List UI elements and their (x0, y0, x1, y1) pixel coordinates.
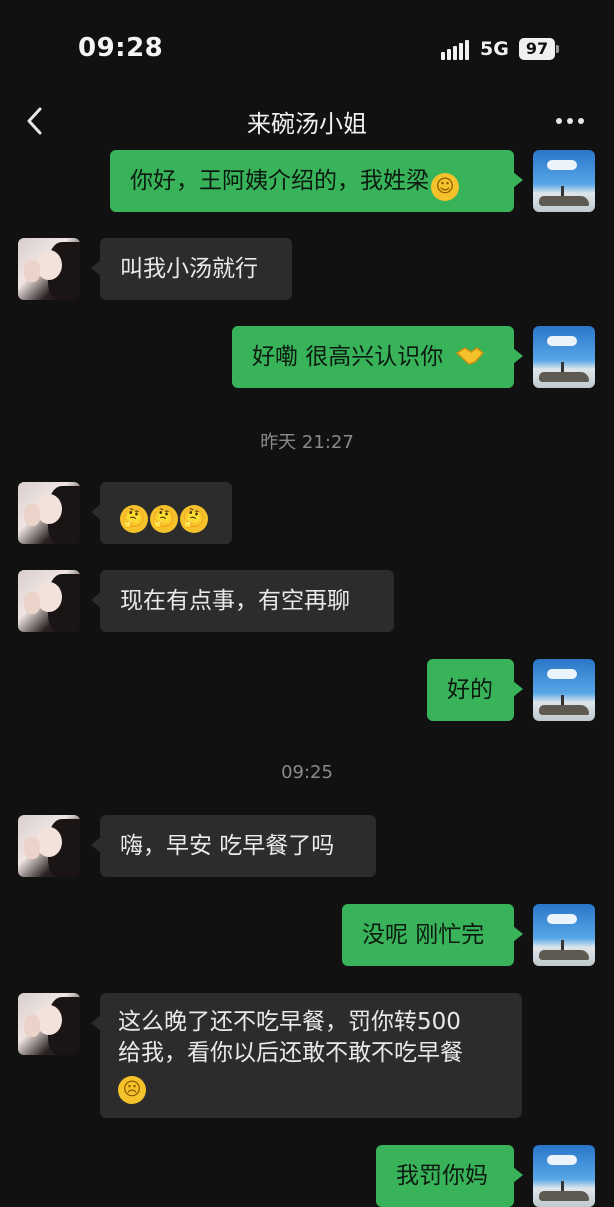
message-text: 我罚你妈 (396, 1163, 488, 1189)
message-text: 没呢 刚忙完 (362, 922, 485, 948)
message-text: 叫我小汤就行 (120, 256, 258, 282)
my-avatar[interactable] (533, 326, 595, 388)
message-bubble[interactable]: 没呢 刚忙完 (342, 904, 523, 966)
message-bubble[interactable]: 这么晚了还不吃早餐，罚你转500 给我，看你以后还敢不敢不吃早餐 ☹ (91, 993, 522, 1118)
my-avatar[interactable] (533, 659, 595, 721)
message-text: 好的 (447, 677, 493, 703)
contact-avatar[interactable] (18, 570, 80, 632)
message-text: 好嘞 很高兴认识你 (252, 344, 444, 370)
contact-avatar[interactable] (18, 482, 80, 544)
timestamp: 昨天 21:27 (260, 432, 354, 453)
contact-avatar[interactable] (18, 238, 80, 300)
worried-emoji-icon: ☹ (118, 1076, 146, 1104)
contact-avatar[interactable] (18, 993, 80, 1055)
message-text-line: 这么晚了还不吃早餐，罚你转500 (118, 1009, 461, 1035)
message-bubble[interactable]: 现在有点事，有空再聊 (91, 570, 394, 632)
message-bubble[interactable]: 叫我小汤就行 (91, 238, 292, 300)
thinking-emoji-icon: 🤔 (120, 505, 148, 533)
message-bubble[interactable]: 嗨，早安 吃早餐了吗 (91, 815, 376, 877)
my-avatar[interactable] (533, 150, 595, 212)
handshake-emoji-icon (455, 347, 484, 365)
message-text: 现在有点事，有空再聊 (120, 588, 350, 614)
message-text: 你好，王阿姨介绍的，我姓梁 (130, 168, 429, 194)
message-bubble[interactable]: 好的 (427, 659, 523, 721)
message-bubble[interactable]: 你好，王阿姨介绍的，我姓梁 ☺ (110, 150, 523, 212)
thinking-emoji-icon: 🤔 (150, 505, 178, 533)
timestamp: 09:25 (281, 762, 333, 783)
contact-avatar[interactable] (18, 815, 80, 877)
message-bubble[interactable]: 我罚你妈 (376, 1145, 523, 1207)
message-bubble[interactable]: 好嘞 很高兴认识你 (232, 326, 523, 388)
my-avatar[interactable] (533, 1145, 595, 1207)
smile-emoji-icon: ☺ (431, 173, 459, 201)
message-text-line: 给我，看你以后还敢不敢不吃早餐 (118, 1040, 463, 1066)
my-avatar[interactable] (533, 904, 595, 966)
thinking-emoji-icon: 🤔 (180, 505, 208, 533)
message-text: 嗨，早安 吃早餐了吗 (120, 833, 335, 859)
message-list[interactable]: 你好，王阿姨介绍的，我姓梁 ☺ 叫我小汤就行 好嘞 很高兴认识你 昨天 21:27… (0, 0, 614, 1207)
message-bubble[interactable]: 🤔 🤔 🤔 (91, 482, 232, 544)
